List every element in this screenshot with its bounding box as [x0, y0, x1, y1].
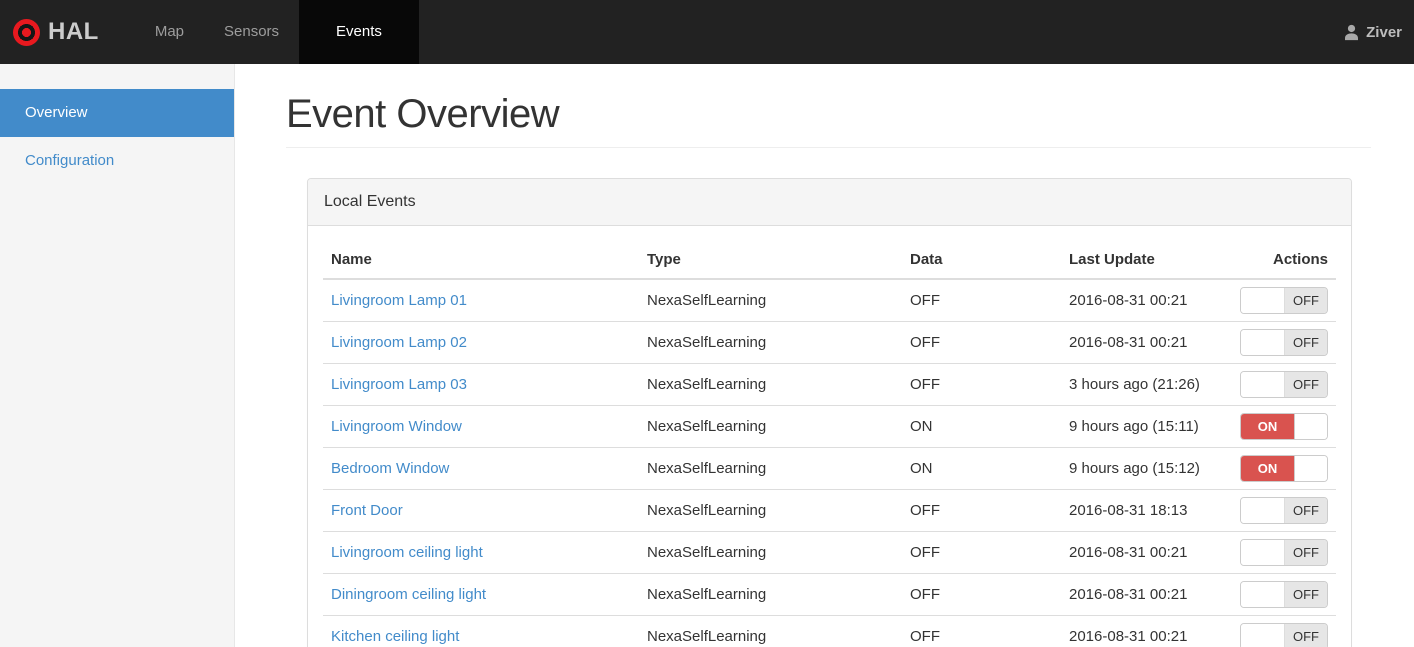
local-events-panel: Local Events Name Type Data Last Update … — [307, 178, 1352, 647]
col-header-name: Name — [323, 241, 639, 280]
event-name-link[interactable]: Livingroom ceiling light — [331, 544, 483, 561]
toggle-handle — [1241, 372, 1285, 397]
power-toggle[interactable]: OFF — [1240, 287, 1328, 314]
panel-title: Local Events — [308, 179, 1351, 226]
power-toggle[interactable]: OFF — [1240, 581, 1328, 608]
event-name-link[interactable]: Livingroom Window — [331, 418, 462, 435]
nav-item-events[interactable]: Events — [299, 0, 419, 64]
toggle-state-label: OFF — [1285, 288, 1327, 313]
event-last-update: 2016-08-31 00:21 — [1061, 573, 1232, 616]
table-row: Kitchen ceiling light NexaSelfLearning O… — [323, 615, 1336, 647]
power-toggle[interactable]: OFF — [1240, 539, 1328, 566]
toggle-handle — [1294, 414, 1327, 439]
page-title: Event Overview — [286, 92, 1371, 148]
toggle-state-label: OFF — [1285, 330, 1327, 355]
toggle-state-label: ON — [1241, 414, 1294, 439]
event-name-link[interactable]: Kitchen ceiling light — [331, 628, 459, 645]
toggle-state-label: OFF — [1285, 372, 1327, 397]
toggle-state-label: OFF — [1285, 582, 1327, 607]
event-last-update: 2016-08-31 18:13 — [1061, 489, 1232, 532]
event-name-link[interactable]: Livingroom Lamp 01 — [331, 292, 467, 309]
sidebar: Overview Configuration — [0, 64, 235, 647]
event-name-link[interactable]: Bedroom Window — [331, 460, 449, 477]
username: Ziver — [1366, 23, 1402, 41]
event-name-link[interactable]: Livingroom Lamp 02 — [331, 334, 467, 351]
event-type: NexaSelfLearning — [639, 531, 902, 574]
table-row: Livingroom Lamp 02 NexaSelfLearning OFF … — [323, 321, 1336, 364]
event-data-value: OFF — [902, 363, 1061, 406]
user-menu[interactable]: Ziver — [1343, 0, 1414, 64]
table-row: Livingroom Lamp 01 NexaSelfLearning OFF … — [323, 278, 1336, 322]
event-type: NexaSelfLearning — [639, 489, 902, 532]
event-data-value: ON — [902, 447, 1061, 490]
nav-item-sensors[interactable]: Sensors — [204, 0, 299, 64]
sidebar-item-overview[interactable]: Overview — [0, 89, 234, 137]
col-header-type: Type — [639, 241, 902, 280]
events-table-body: Livingroom Lamp 01 NexaSelfLearning OFF … — [323, 278, 1336, 647]
brand-label: HAL — [48, 18, 99, 45]
col-header-last-update: Last Update — [1061, 241, 1232, 280]
toggle-state-label: ON — [1241, 456, 1294, 481]
event-data-value: OFF — [902, 278, 1061, 322]
toggle-handle — [1241, 330, 1285, 355]
main-nav: Map Sensors Events — [135, 0, 419, 64]
panel-body: Name Type Data Last Update Actions Livin… — [308, 226, 1351, 647]
col-header-actions: Actions — [1232, 241, 1336, 280]
event-last-update: 2016-08-31 00:21 — [1061, 278, 1232, 322]
table-row: Bedroom Window NexaSelfLearning ON 9 hou… — [323, 447, 1336, 490]
event-name-link[interactable]: Diningroom ceiling light — [331, 586, 486, 603]
event-data-value: OFF — [902, 531, 1061, 574]
power-toggle[interactable]: ON — [1240, 455, 1328, 482]
table-row: Livingroom Lamp 03 NexaSelfLearning OFF … — [323, 363, 1336, 406]
event-type: NexaSelfLearning — [639, 405, 902, 448]
nav-item-map[interactable]: Map — [135, 0, 204, 64]
event-last-update: 2016-08-31 00:21 — [1061, 321, 1232, 364]
toggle-handle — [1241, 540, 1285, 565]
event-name-link[interactable]: Livingroom Lamp 03 — [331, 376, 467, 393]
event-last-update: 9 hours ago (15:12) — [1061, 447, 1232, 490]
toggle-state-label: OFF — [1285, 498, 1327, 523]
event-type: NexaSelfLearning — [639, 278, 902, 322]
power-toggle[interactable]: ON — [1240, 413, 1328, 440]
power-toggle[interactable]: OFF — [1240, 329, 1328, 356]
toggle-handle — [1241, 624, 1285, 647]
event-type: NexaSelfLearning — [639, 573, 902, 616]
toggle-handle — [1241, 288, 1285, 313]
user-icon — [1345, 24, 1359, 40]
event-last-update: 2016-08-31 00:21 — [1061, 615, 1232, 647]
event-type: NexaSelfLearning — [639, 363, 902, 406]
table-header-row: Name Type Data Last Update Actions — [323, 241, 1336, 280]
event-type: NexaSelfLearning — [639, 447, 902, 490]
toggle-handle — [1241, 498, 1285, 523]
top-navbar: HAL Map Sensors Events Ziver — [0, 0, 1414, 64]
event-data-value: OFF — [902, 573, 1061, 616]
event-last-update: 9 hours ago (15:11) — [1061, 405, 1232, 448]
power-toggle[interactable]: OFF — [1240, 497, 1328, 524]
power-toggle[interactable]: OFF — [1240, 623, 1328, 647]
table-row: Diningroom ceiling light NexaSelfLearnin… — [323, 573, 1336, 616]
toggle-handle — [1241, 582, 1285, 607]
main-content: Event Overview Local Events Name Type Da… — [235, 64, 1414, 647]
toggle-handle — [1294, 456, 1327, 481]
hal-logo-icon — [13, 18, 40, 46]
event-type: NexaSelfLearning — [639, 321, 902, 364]
event-last-update: 2016-08-31 00:21 — [1061, 531, 1232, 574]
col-header-data: Data — [902, 241, 1061, 280]
table-row: Front Door NexaSelfLearning OFF 2016-08-… — [323, 489, 1336, 532]
event-name-link[interactable]: Front Door — [331, 502, 403, 519]
table-row: Livingroom Window NexaSelfLearning ON 9 … — [323, 405, 1336, 448]
event-data-value: OFF — [902, 321, 1061, 364]
toggle-state-label: OFF — [1285, 624, 1327, 647]
event-last-update: 3 hours ago (21:26) — [1061, 363, 1232, 406]
power-toggle[interactable]: OFF — [1240, 371, 1328, 398]
events-table: Name Type Data Last Update Actions Livin… — [323, 241, 1336, 647]
event-data-value: ON — [902, 405, 1061, 448]
brand[interactable]: HAL — [0, 0, 117, 64]
event-data-value: OFF — [902, 489, 1061, 532]
event-type: NexaSelfLearning — [639, 615, 902, 647]
sidebar-item-configuration[interactable]: Configuration — [0, 137, 234, 185]
event-data-value: OFF — [902, 615, 1061, 647]
toggle-state-label: OFF — [1285, 540, 1327, 565]
table-row: Livingroom ceiling light NexaSelfLearnin… — [323, 531, 1336, 574]
